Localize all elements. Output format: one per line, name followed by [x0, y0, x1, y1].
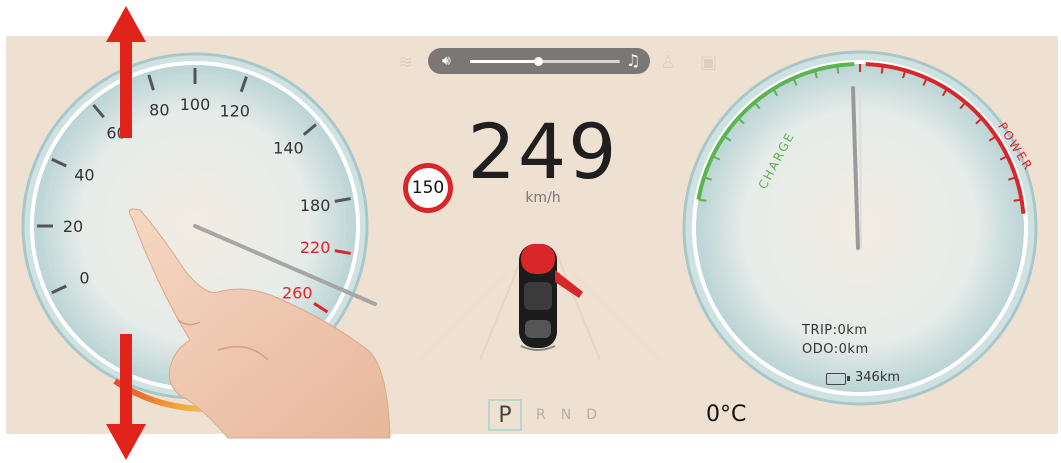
speed-tick-label: 140 — [273, 139, 304, 158]
trip-label: TRIP: — [802, 323, 838, 338]
speed-value: 249 — [467, 107, 619, 196]
gear-d[interactable]: D — [586, 407, 598, 423]
speed-tick-label: 100 — [180, 95, 211, 114]
hand-gesture-icon — [128, 208, 391, 439]
volume-fill — [470, 60, 538, 63]
gear-r[interactable]: R — [536, 407, 547, 423]
speed-unit: km/h — [525, 190, 561, 206]
outside-temperature: 0°C — [706, 402, 747, 427]
speaker-icon[interactable]: 🔊︎ — [442, 53, 451, 69]
power-tick — [880, 65, 884, 74]
trip-value: 0km — [837, 323, 868, 338]
power-tick — [698, 198, 707, 202]
speed-tick-label: 120 — [219, 102, 250, 121]
seatbelt-icon: ♙ — [660, 52, 677, 73]
power-tick — [1013, 198, 1022, 202]
speed-tick-label: 0 — [79, 269, 89, 288]
odo-readout: ODO:0km — [802, 342, 869, 357]
odo-label: ODO: — [802, 342, 839, 357]
speed-tick-label: 20 — [63, 217, 83, 236]
swipe-down-arrow-icon — [106, 334, 146, 460]
power-tick — [836, 65, 840, 74]
car-icon — [519, 244, 583, 351]
trip-readout: TRIP:0km — [802, 323, 868, 338]
odo-value: 0km — [838, 342, 869, 357]
speed-limit-sign: 150 — [403, 163, 453, 213]
swipe-up-arrow-icon — [106, 6, 146, 138]
speed-tick-label: 40 — [74, 165, 94, 184]
battery-icon — [826, 373, 850, 385]
gear-p[interactable]: P — [488, 399, 522, 431]
speed-tick-label: 80 — [149, 100, 169, 119]
gear-selector: P R N D — [488, 398, 598, 432]
volume-slider[interactable] — [470, 57, 620, 66]
media-volume-bar[interactable]: 🔊︎ ♫ — [428, 48, 650, 74]
music-note-icon[interactable]: ♫ — [626, 51, 640, 70]
gear-n[interactable]: N — [561, 407, 572, 423]
volume-knob[interactable] — [533, 57, 543, 66]
range-value: 346km — [855, 370, 901, 385]
speed-limit-value: 150 — [411, 178, 445, 198]
